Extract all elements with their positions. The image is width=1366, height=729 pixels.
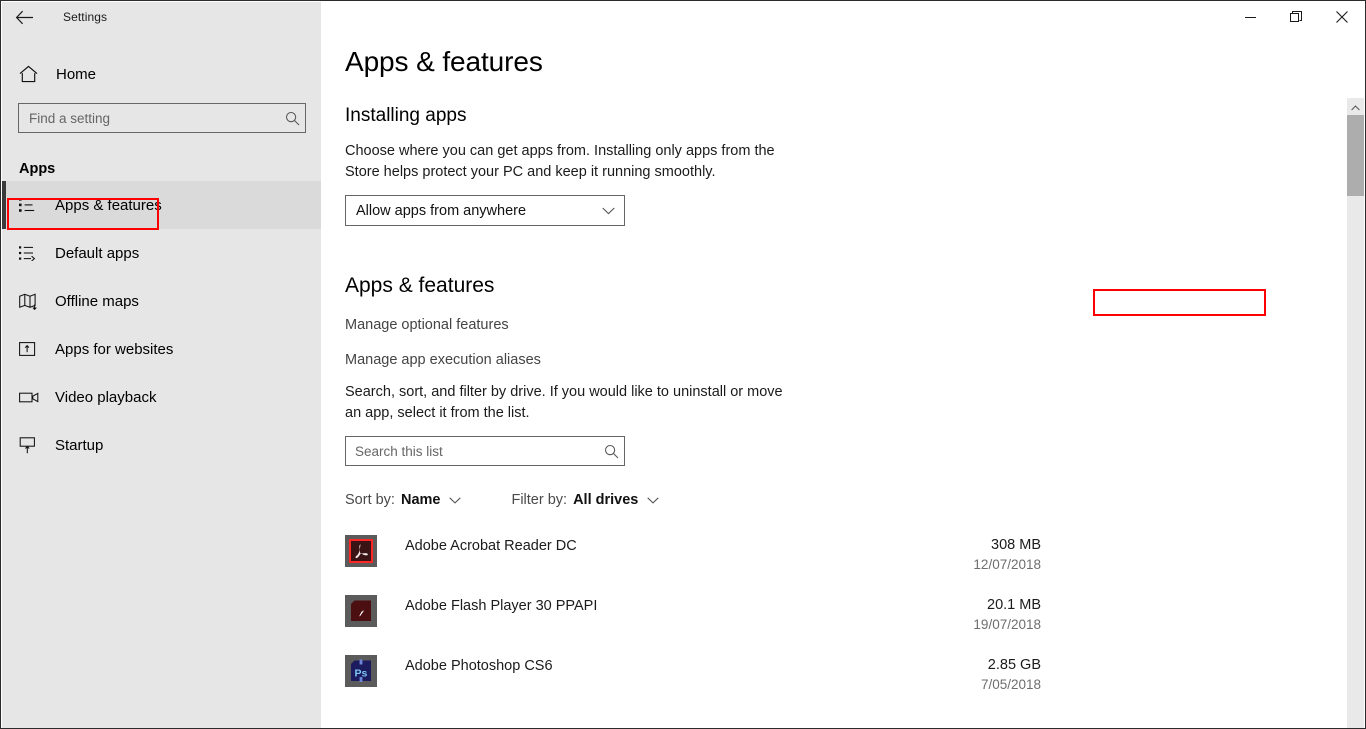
close-icon (1336, 11, 1348, 23)
search-input[interactable] (19, 110, 279, 126)
minimize-icon (1244, 12, 1256, 23)
sort-by-label: Sort by: (345, 492, 395, 508)
chevron-down-icon (602, 203, 615, 219)
search-this-list-input[interactable] (346, 443, 598, 459)
installing-apps-heading: Installing apps (345, 105, 467, 126)
sidebar-item-label: Apps & features (55, 196, 162, 214)
sidebar-item-apps-for-websites[interactable]: Apps for websites (2, 325, 321, 373)
apps-features-section-heading: Apps & features (345, 274, 495, 297)
startup-monitor-icon (19, 436, 41, 454)
filter-by-label: Filter by: (511, 492, 568, 508)
app-install-date: 19/07/2018 (973, 617, 1041, 632)
back-button[interactable] (1, 1, 47, 33)
title-bar-left: Settings (1, 1, 107, 33)
sidebar-item-apps-and-features[interactable]: Apps & features (2, 181, 321, 229)
sort-by-value: Name (400, 492, 441, 508)
manage-app-execution-aliases-link[interactable]: Manage app execution aliases (345, 352, 541, 368)
app-size: 308 MB (991, 537, 1041, 553)
manage-optional-features-link[interactable]: Manage optional features (345, 317, 509, 333)
list-bullets-icon (19, 197, 41, 213)
sidebar-item-label: Apps for websites (55, 340, 174, 358)
minimize-button[interactable] (1227, 1, 1273, 33)
app-size: 20.1 MB (987, 597, 1041, 613)
sidebar-item-label: Offline maps (55, 292, 139, 310)
app-name: Adobe Acrobat Reader DC (405, 538, 577, 554)
adobe-acrobat-icon (345, 535, 377, 567)
video-camera-icon (19, 390, 41, 404)
chevron-up-icon (1351, 98, 1360, 116)
sort-by-dropdown[interactable]: Sort by: Name (345, 492, 462, 508)
adobe-photoshop-icon: Ps (345, 655, 377, 687)
app-list-search[interactable] (345, 436, 625, 466)
sidebar-group-title: Apps (19, 161, 56, 177)
app-install-date: 12/07/2018 (973, 557, 1041, 572)
sidebar-item-label: Startup (55, 436, 104, 454)
sidebar-item-video-playback[interactable]: Video playback (2, 373, 321, 421)
app-meta: 20.1 MB 19/07/2018 (973, 597, 1041, 632)
home-icon (19, 65, 43, 83)
installed-app-list: Adobe Acrobat Reader DC 308 MB 12/07/201… (345, 530, 1340, 710)
list-arrow-icon (19, 245, 41, 261)
sidebar-item-default-apps[interactable]: Default apps (2, 229, 321, 277)
page-title: Apps & features (345, 46, 543, 77)
app-name: Adobe Flash Player 30 PPAPI (405, 598, 598, 614)
close-button[interactable] (1319, 1, 1365, 33)
sidebar-item-label: Default apps (55, 244, 140, 262)
installing-apps-dropdown[interactable]: Allow apps from anywhere (345, 195, 625, 226)
maximize-button[interactable] (1273, 1, 1319, 33)
app-meta: 308 MB 12/07/2018 (973, 537, 1041, 572)
sidebar-nav-list: Apps & features Default apps Offline map… (2, 181, 321, 469)
sidebar-item-offline-maps[interactable]: Offline maps (2, 277, 321, 325)
app-name: Adobe Photoshop CS6 (405, 658, 553, 674)
list-item[interactable]: Adobe Flash Player 30 PPAPI 20.1 MB 19/0… (345, 590, 1043, 650)
filter-by-value: All drives (573, 492, 639, 508)
app-list-filters: Sort by: Name Filter by: All drives (345, 492, 1340, 508)
search-icon[interactable] (279, 111, 305, 126)
apps-features-description: Search, sort, and filter by drive. If yo… (345, 384, 783, 421)
sidebar-home-label: Home (56, 65, 97, 83)
dropdown-value: Allow apps from anywhere (356, 202, 527, 219)
adobe-flash-icon (345, 595, 377, 627)
main-content: Apps & features Installing apps Choose w… (321, 2, 1365, 728)
main-content-inner: Apps & features Installing apps Choose w… (321, 2, 1340, 728)
app-meta: 2.85 GB 7/05/2018 (981, 657, 1041, 692)
sidebar-item-home[interactable]: Home (2, 56, 321, 92)
list-item[interactable]: Adobe Acrobat Reader DC 308 MB 12/07/201… (345, 530, 1043, 590)
vertical-scrollbar[interactable] (1347, 98, 1364, 728)
search-icon[interactable] (598, 444, 624, 459)
chevron-down-icon (449, 496, 462, 504)
svg-text:Ps: Ps (355, 668, 368, 680)
back-arrow-icon (15, 10, 34, 25)
restore-icon (1290, 11, 1302, 23)
sidebar-item-startup[interactable]: Startup (2, 421, 321, 469)
title-bar: Settings (1, 1, 1365, 33)
window-controls (1227, 1, 1365, 33)
map-download-icon (19, 293, 41, 310)
app-website-icon (19, 341, 41, 357)
list-item[interactable]: Ps Adobe Photoshop CS6 2.85 GB 7/05/2018 (345, 650, 1043, 710)
sidebar-search[interactable] (18, 103, 306, 133)
app-size: 2.85 GB (987, 657, 1041, 673)
filter-by-dropdown[interactable]: Filter by: All drives (511, 492, 660, 508)
sidebar: Home Apps (2, 2, 321, 728)
chevron-down-icon (647, 496, 660, 504)
installing-apps-description: Choose where you can get apps from. Inst… (345, 143, 775, 180)
window-title: Settings (63, 10, 108, 24)
sidebar-item-label: Video playback (55, 388, 157, 406)
scrollbar-thumb[interactable] (1347, 115, 1364, 196)
scroll-up-button[interactable] (1347, 98, 1364, 115)
app-install-date: 7/05/2018 (980, 677, 1041, 692)
settings-window: Settings Home Find a setting Apps Apps &… (0, 0, 1366, 729)
